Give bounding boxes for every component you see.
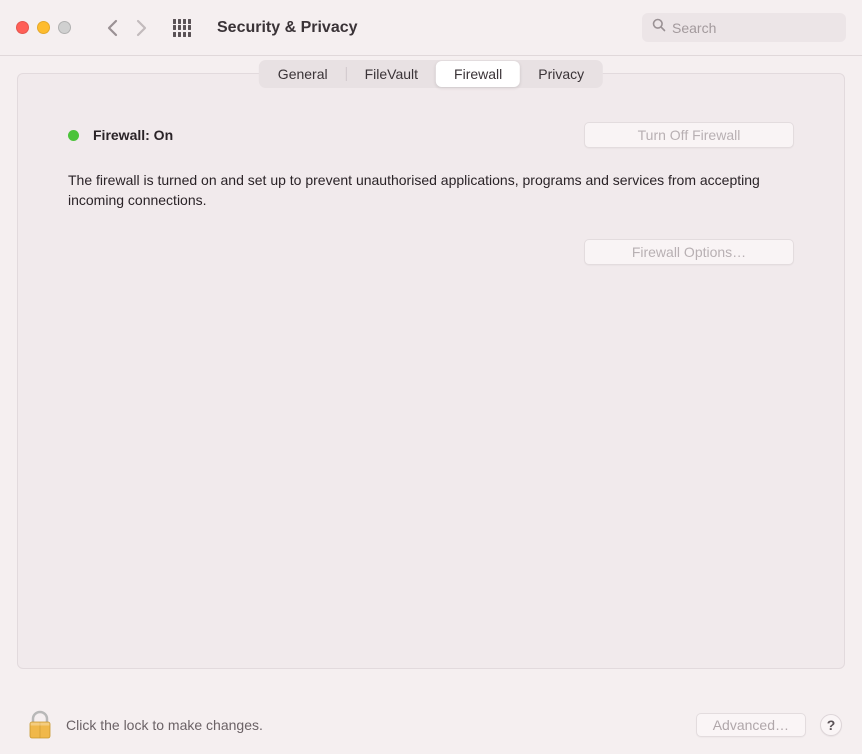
lock-hint-text: Click the lock to make changes. [66,717,682,733]
turn-off-firewall-button[interactable]: Turn Off Firewall [584,122,794,148]
firewall-status: Firewall: On [68,127,173,143]
firewall-options-row: Firewall Options… [68,239,794,265]
tab-general[interactable]: General [260,61,346,87]
close-window-button[interactable] [16,21,29,34]
search-box[interactable] [642,13,846,42]
tab-privacy[interactable]: Privacy [520,61,602,87]
preferences-panel: General FileVault Firewall Privacy Firew… [17,73,845,669]
traffic-lights [16,21,71,34]
advanced-button[interactable]: Advanced… [696,713,806,737]
search-icon [652,18,666,37]
search-input[interactable] [672,20,853,36]
firewall-options-button[interactable]: Firewall Options… [584,239,794,265]
content-area: General FileVault Firewall Privacy Firew… [0,56,862,686]
titlebar: Security & Privacy [0,0,862,56]
lock-icon[interactable] [28,710,52,740]
back-button[interactable] [107,19,118,37]
footer: Click the lock to make changes. Advanced… [0,698,862,754]
maximize-window-button [58,21,71,34]
tab-firewall[interactable]: Firewall [436,61,520,87]
firewall-description: The firewall is turned on and set up to … [68,170,794,211]
minimize-window-button[interactable] [37,21,50,34]
forward-button[interactable] [136,19,147,37]
firewall-panel-content: Firewall: On Turn Off Firewall The firew… [18,74,844,285]
help-button[interactable]: ? [820,714,842,736]
show-all-icon[interactable] [173,19,191,37]
tabs: General FileVault Firewall Privacy [259,60,603,88]
tab-filevault[interactable]: FileVault [347,61,436,87]
firewall-status-label: Firewall: On [93,127,173,143]
status-indicator-icon [68,130,79,141]
chevron-right-icon [136,19,147,37]
chevron-left-icon [107,19,118,37]
nav-buttons [107,19,147,37]
firewall-status-row: Firewall: On Turn Off Firewall [68,122,794,148]
window-title: Security & Privacy [217,19,630,37]
